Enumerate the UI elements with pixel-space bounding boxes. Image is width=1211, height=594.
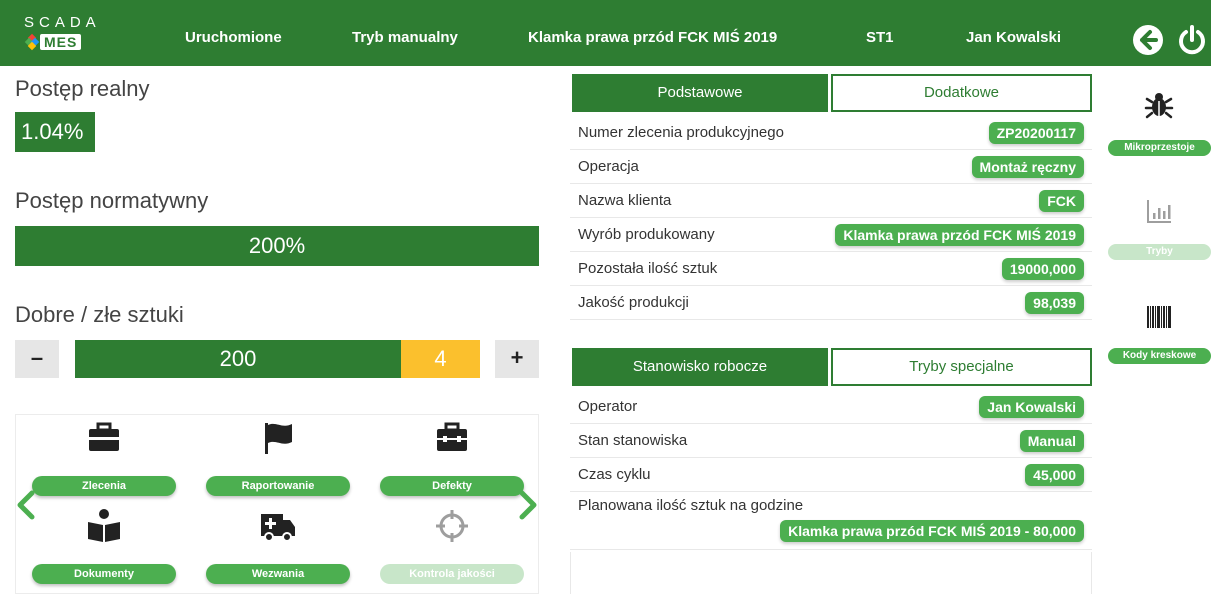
tile-label: Raportowanie — [206, 476, 350, 496]
barcode-icon — [1147, 306, 1171, 328]
tile-kontrola-jakosci: Kontrola jakości — [380, 506, 524, 586]
table-row: Planowana ilość sztuk na godzine Klamka … — [570, 492, 1092, 550]
row-value-badge: Montaż ręczny — [971, 156, 1084, 178]
top-bar: SCADA MES Uruchomione Tryb manualny Klam… — [0, 0, 1211, 66]
row-value-badge: Klamka prawa przód FCK MIŚ 2019 - 80,000 — [780, 520, 1084, 542]
row-label: Planowana ilość sztuk na godzine — [578, 497, 804, 514]
table-row: Czas cyklu 45,000 — [570, 458, 1092, 492]
tab-dodatkowe[interactable]: Dodatkowe — [831, 74, 1092, 112]
row-label: Wyrób produkowany — [578, 226, 715, 243]
decrement-button[interactable]: – — [15, 340, 59, 378]
current-product[interactable]: Klamka prawa przód FCK MIŚ 2019 — [528, 0, 777, 66]
row-value-badge: FCK — [1039, 190, 1084, 212]
briefcase-icon — [89, 422, 119, 451]
user-name[interactable]: Jan Kowalski — [966, 0, 1061, 66]
row-value-badge: Klamka prawa przód FCK MIŚ 2019 — [835, 224, 1084, 246]
bar-chart-icon — [1147, 200, 1171, 223]
station-id[interactable]: ST1 — [866, 0, 894, 66]
crosshair-icon — [436, 510, 468, 542]
tab-podstawowe[interactable]: Podstawowe — [572, 74, 828, 112]
chevron-left-icon[interactable] — [16, 490, 36, 520]
toolbox-icon — [437, 422, 467, 451]
tile-defekty[interactable]: Defekty — [380, 418, 524, 498]
row-value-badge: Jan Kowalski — [979, 396, 1084, 418]
row-value-badge: 45,000 — [1025, 464, 1084, 486]
tab-tryby-specjalne[interactable]: Tryby specjalne — [831, 348, 1092, 386]
row-label: Pozostała ilość sztuk — [578, 260, 718, 277]
chevron-right-icon[interactable] — [518, 490, 538, 520]
table-row: Operacja Montaż ręczny — [570, 150, 1092, 184]
increment-button[interactable]: + — [495, 340, 539, 378]
tile-wezwania[interactable]: Wezwania — [206, 506, 350, 586]
row-label: Stan stanowiska — [578, 432, 688, 449]
station-details-table: Operator Jan Kowalski Stan stanowiska Ma… — [570, 390, 1092, 550]
good-bad-pieces-label: Dobre / złe sztuki — [15, 302, 184, 327]
table-row: Stan stanowiska Manual — [570, 424, 1092, 458]
table-row: Jakość produkcji 98,039 — [570, 286, 1092, 320]
row-value-badge: ZP20200117 — [988, 122, 1084, 144]
operating-mode[interactable]: Tryb manualny — [352, 0, 458, 66]
side-action-label: Mikroprzestoje — [1108, 140, 1211, 156]
row-label: Jakość produkcji — [578, 294, 689, 311]
logo-text-scada: SCADA — [24, 14, 101, 31]
row-label: Operator — [578, 398, 638, 415]
power-icon[interactable] — [1176, 24, 1208, 56]
tile-dokumenty[interactable]: Dokumenty — [32, 506, 176, 586]
tile-label: Zlecenia — [32, 476, 176, 496]
machine-status[interactable]: Uruchomione — [185, 0, 282, 66]
row-label: Czas cyklu — [578, 466, 651, 483]
tile-label: Dokumenty — [32, 564, 176, 584]
side-action-kody-kreskowe[interactable]: Kody kreskowe — [1108, 302, 1211, 372]
side-action-tryby: Tryby — [1108, 196, 1211, 266]
logo-text-mes: MES — [40, 34, 82, 50]
row-label: Numer zlecenia produkcyjnego — [578, 124, 784, 141]
real-progress-label: Postęp realny — [15, 76, 150, 101]
logo-mark-icon — [24, 33, 40, 51]
row-value-badge: 98,039 — [1025, 292, 1084, 314]
order-details-table: Numer zlecenia produkcyjnego ZP20200117 … — [570, 116, 1092, 320]
tab-stanowisko-robocze[interactable]: Stanowisko robocze — [572, 348, 828, 386]
tile-zlecenia[interactable]: Zlecenia — [32, 418, 176, 498]
book-reader-icon — [88, 509, 120, 542]
row-value-badge: 19000,000 — [1001, 258, 1084, 280]
real-progress-value: 1.04% — [15, 112, 95, 152]
table-row: Nazwa klienta FCK — [570, 184, 1092, 218]
good-pieces-count: 200 — [75, 340, 401, 378]
side-action-mikroprzestoje[interactable]: Mikroprzestoje — [1108, 90, 1211, 160]
normative-progress-bar: 200% — [15, 226, 539, 266]
flag-icon — [265, 423, 292, 454]
tile-label: Defekty — [380, 476, 524, 496]
table-row: Numer zlecenia produkcyjnego ZP20200117 — [570, 116, 1092, 150]
back-arrow-icon[interactable] — [1132, 24, 1164, 56]
station-panel-empty-area — [570, 552, 1092, 594]
side-action-label: Tryby — [1108, 244, 1211, 260]
row-label: Nazwa klienta — [578, 192, 672, 209]
tile-raportowanie[interactable]: Raportowanie — [206, 418, 350, 498]
scada-mes-logo: SCADA MES — [24, 14, 104, 54]
row-value-badge: Manual — [1019, 430, 1084, 452]
ambulance-icon — [261, 514, 295, 542]
bug-icon — [1144, 93, 1174, 119]
row-label: Operacja — [578, 158, 639, 175]
tile-label: Kontrola jakości — [380, 564, 524, 584]
bad-pieces-count: 4 — [401, 340, 480, 378]
table-row: Operator Jan Kowalski — [570, 390, 1092, 424]
normative-progress-label: Postęp normatywny — [15, 188, 209, 213]
tile-label: Wezwania — [206, 564, 350, 584]
side-action-label: Kody kreskowe — [1108, 348, 1211, 364]
table-row: Wyrób produkowany Klamka prawa przód FCK… — [570, 218, 1092, 252]
table-row: Pozostała ilość sztuk 19000,000 — [570, 252, 1092, 286]
